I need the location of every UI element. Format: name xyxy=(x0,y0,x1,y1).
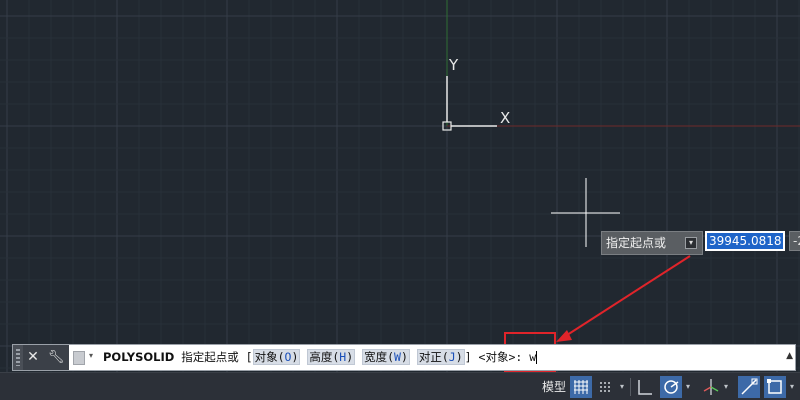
isodraft-icon[interactable] xyxy=(700,376,722,398)
option-justify[interactable]: 对正(J) xyxy=(416,349,465,365)
dynamic-input-x-value: 39945.0818 xyxy=(707,233,783,249)
dynamic-input-y-field[interactable]: -2 xyxy=(789,231,800,251)
options-bracket-open: [ xyxy=(245,350,253,364)
drawing-canvas[interactable]: Y X 指定起点或 ▾ 39945.0818 -2 xyxy=(0,0,800,372)
snap-icon[interactable] xyxy=(596,376,618,398)
object-snap-icon[interactable] xyxy=(738,376,760,398)
dynamic-input-prompt-text: 指定起点或 xyxy=(606,236,667,250)
dynamic-input-prompt: 指定起点或 ▾ xyxy=(601,231,703,255)
down-arrow-icon[interactable]: ▾ xyxy=(685,237,697,249)
option-height[interactable]: 高度(H) xyxy=(307,349,356,365)
dynamic-ucs-icon[interactable] xyxy=(764,376,786,398)
separator xyxy=(630,378,631,396)
drag-handle-icon[interactable] xyxy=(13,345,23,370)
command-history-up-icon[interactable]: ▲ xyxy=(786,351,793,361)
status-bar: 模型 ▾ ▾ ▾ ▾ xyxy=(0,372,800,400)
grid-icon[interactable] xyxy=(570,376,592,398)
options-bracket-close: ] xyxy=(464,350,472,364)
ortho-icon[interactable] xyxy=(634,376,656,398)
text-caret xyxy=(536,351,538,364)
close-icon[interactable]: ✕ xyxy=(23,345,43,370)
polar-tracking-icon[interactable] xyxy=(660,376,682,398)
dynamic-input-x-field[interactable]: 39945.0818 xyxy=(705,231,785,251)
isodraft-dropdown-icon[interactable]: ▾ xyxy=(724,376,728,398)
command-prompt-text[interactable]: POLYSOLID 指定起点或 [对象(O) 高度(H) 宽度(W) 对正(J)… xyxy=(103,345,538,370)
recent-commands-icon[interactable]: ▾ xyxy=(71,349,99,366)
snap-dropdown-icon[interactable]: ▾ xyxy=(620,376,624,398)
model-tab[interactable]: 模型 xyxy=(540,376,568,398)
default-option: <对象>: xyxy=(478,350,523,364)
dynamic-input-y-value: -2 xyxy=(793,234,800,248)
option-object[interactable]: 对象(O) xyxy=(252,349,301,365)
crosshair-cursor xyxy=(551,178,620,247)
option-width[interactable]: 宽度(W) xyxy=(362,349,410,365)
command-input[interactable]: w xyxy=(529,350,536,364)
command-line[interactable]: ✕ 🔧︎ ▾ POLYSOLID 指定起点或 [对象(O) 高度(H) 宽度(W… xyxy=(12,344,796,371)
polar-dropdown-icon[interactable]: ▾ xyxy=(686,376,690,398)
selection-dropdown-icon[interactable]: ▾ xyxy=(790,376,794,398)
command-name: POLYSOLID xyxy=(103,350,175,364)
wrench-icon[interactable]: 🔧︎ xyxy=(43,345,69,370)
command-prompt: 指定起点或 xyxy=(181,350,239,364)
